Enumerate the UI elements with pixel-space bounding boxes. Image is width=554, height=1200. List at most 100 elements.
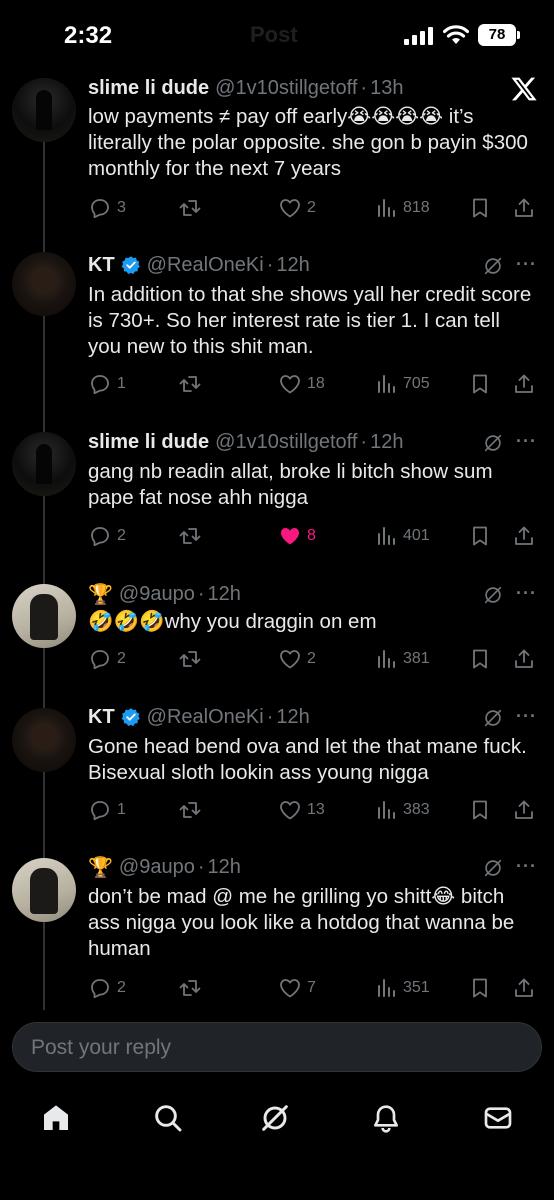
repost-button[interactable] xyxy=(178,647,207,671)
tweet-text: low payments ≠ pay off early😭😭😭😭 it’s li… xyxy=(88,105,528,180)
share-icon xyxy=(515,649,533,668)
share-button[interactable] xyxy=(512,524,536,548)
separator-dot: · xyxy=(197,582,205,605)
timestamp[interactable]: 12h xyxy=(208,856,241,879)
grok-icon[interactable] xyxy=(482,707,504,729)
reply-button[interactable]: 2 xyxy=(88,647,126,671)
tweet-actions: 1 13 383 xyxy=(88,798,540,822)
reply-icon xyxy=(91,650,109,670)
reply-button[interactable]: 1 xyxy=(88,798,126,822)
handle[interactable]: @1v10stillgetoff xyxy=(215,431,357,454)
timestamp[interactable]: 12h xyxy=(276,706,309,729)
like-button[interactable]: 18 xyxy=(278,372,325,396)
reply-input[interactable]: Post your reply xyxy=(12,1022,542,1072)
reply-count: 1 xyxy=(117,801,126,818)
share-button[interactable] xyxy=(512,976,536,1000)
bookmark-button[interactable] xyxy=(468,372,492,396)
display-name[interactable]: slime li dude xyxy=(88,77,209,100)
search-icon[interactable] xyxy=(152,1102,184,1134)
reply-button[interactable]: 3 xyxy=(88,196,126,220)
grok-icon[interactable] xyxy=(482,857,504,879)
status-bar: 2:32 Post 78 xyxy=(0,0,554,72)
more-icon[interactable]: ··· xyxy=(516,583,537,604)
tweet-actions: 1 18 705 xyxy=(88,372,540,396)
bookmark-button[interactable] xyxy=(468,647,492,671)
verified-badge-icon xyxy=(121,256,140,274)
reply-button[interactable]: 2 xyxy=(88,976,126,1000)
display-name[interactable]: KT xyxy=(88,254,115,277)
timestamp[interactable]: 12h xyxy=(370,431,403,454)
tweet-header: slime li dude @1v10stillgetoff · 12h xyxy=(88,428,403,456)
display-name[interactable]: KT xyxy=(88,706,115,729)
grok-icon[interactable] xyxy=(482,432,504,454)
handle[interactable]: @RealOneKi xyxy=(147,254,264,277)
heart-icon xyxy=(280,979,300,998)
like-button[interactable]: 2 xyxy=(278,647,316,671)
share-icon xyxy=(515,526,533,545)
display-name[interactable]: 🏆 xyxy=(88,582,113,607)
share-icon xyxy=(515,800,533,819)
reply-button[interactable]: 1 xyxy=(88,372,126,396)
tweet-header: KT @RealOneKi · 12h xyxy=(88,251,310,279)
bookmark-button[interactable] xyxy=(468,798,492,822)
reply-count: 2 xyxy=(117,527,126,544)
timestamp[interactable]: 12h xyxy=(208,583,241,606)
tweet-actions: 3 2 818 xyxy=(88,196,540,220)
avatar[interactable] xyxy=(12,708,76,772)
repost-button[interactable] xyxy=(178,196,207,220)
battery-indicator: 78 xyxy=(478,24,516,46)
share-button[interactable] xyxy=(512,647,536,671)
views-icon xyxy=(378,199,395,217)
share-button[interactable] xyxy=(512,372,536,396)
repost-icon xyxy=(179,802,201,818)
more-icon[interactable]: ··· xyxy=(516,706,537,727)
views-button[interactable]: 401 xyxy=(374,524,430,548)
bookmark-icon xyxy=(473,800,487,820)
bookmark-button[interactable] xyxy=(468,976,492,1000)
repost-button[interactable] xyxy=(178,798,207,822)
grok-nav-icon[interactable] xyxy=(259,1102,291,1134)
grok-icon[interactable] xyxy=(482,584,504,606)
avatar[interactable] xyxy=(12,584,76,648)
share-button[interactable] xyxy=(512,196,536,220)
timestamp[interactable]: 13h xyxy=(370,77,403,100)
avatar[interactable] xyxy=(12,78,76,142)
home-icon[interactable] xyxy=(40,1102,72,1134)
display-name[interactable]: slime li dude xyxy=(88,431,209,454)
more-icon[interactable]: ··· xyxy=(516,254,537,275)
views-button[interactable]: 383 xyxy=(374,798,430,822)
repost-button[interactable] xyxy=(178,372,207,396)
more-icon[interactable]: ··· xyxy=(516,856,537,877)
avatar[interactable] xyxy=(12,252,76,316)
x-logo-icon[interactable] xyxy=(510,75,538,103)
handle[interactable]: @1v10stillgetoff xyxy=(215,77,357,100)
like-count: 2 xyxy=(307,199,316,216)
handle[interactable]: @9aupo xyxy=(119,856,195,879)
views-button[interactable]: 351 xyxy=(374,976,430,1000)
views-button[interactable]: 381 xyxy=(374,647,430,671)
reply-button[interactable]: 2 xyxy=(88,524,126,548)
display-name[interactable]: 🏆 xyxy=(88,855,113,880)
like-button[interactable]: 7 xyxy=(278,976,316,1000)
views-button[interactable]: 705 xyxy=(374,372,430,396)
tweet-header: 🏆 @9aupo · 12h xyxy=(88,580,241,608)
handle[interactable]: @9aupo xyxy=(119,583,195,606)
share-button[interactable] xyxy=(512,798,536,822)
handle[interactable]: @RealOneKi xyxy=(147,706,264,729)
grok-icon[interactable] xyxy=(482,255,504,277)
reply-icon xyxy=(91,801,109,821)
notifications-bell-icon[interactable] xyxy=(370,1102,402,1134)
like-button[interactable]: 8 xyxy=(278,524,316,548)
messages-envelope-icon[interactable] xyxy=(482,1102,514,1134)
avatar[interactable] xyxy=(12,432,76,496)
repost-button[interactable] xyxy=(178,524,207,548)
bookmark-button[interactable] xyxy=(468,524,492,548)
repost-button[interactable] xyxy=(178,976,207,1000)
like-button[interactable]: 13 xyxy=(278,798,325,822)
views-button[interactable]: 818 xyxy=(374,196,430,220)
like-button[interactable]: 2 xyxy=(278,196,316,220)
avatar[interactable] xyxy=(12,858,76,922)
timestamp[interactable]: 12h xyxy=(276,254,309,277)
more-icon[interactable]: ··· xyxy=(516,431,537,452)
bookmark-button[interactable] xyxy=(468,196,492,220)
